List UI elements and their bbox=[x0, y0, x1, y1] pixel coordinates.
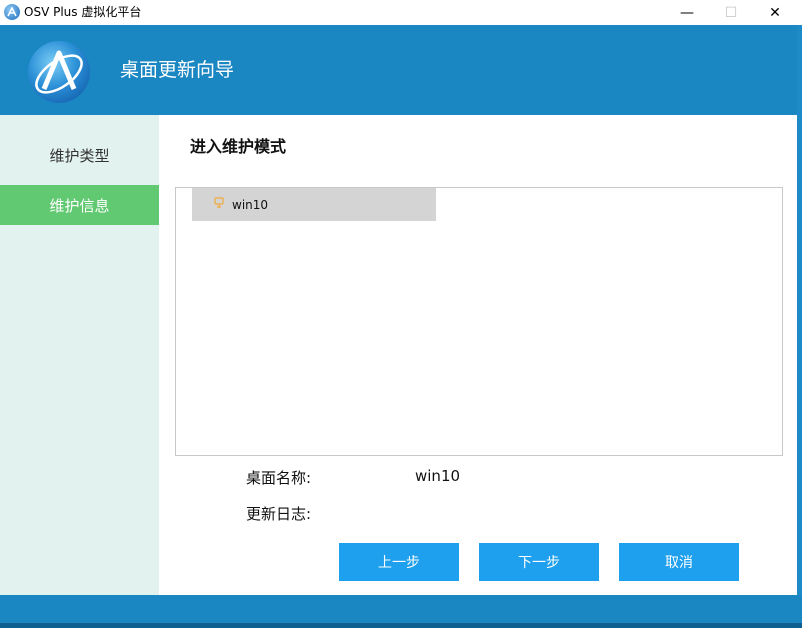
maximize-button[interactable]: ☐ bbox=[708, 0, 754, 25]
brand-logo-icon bbox=[28, 41, 90, 103]
sidebar-item-label: 维护信息 bbox=[49, 196, 110, 215]
list-item-label: win10 bbox=[232, 198, 269, 212]
section-title: 进入维护模式 bbox=[190, 137, 287, 156]
footer-divider bbox=[0, 623, 802, 628]
vm-icon bbox=[214, 197, 224, 212]
wizard-title: 桌面更新向导 bbox=[120, 59, 235, 81]
window-titlebar: OSV Plus 虚拟化平台 — ☐ ✕ bbox=[0, 0, 802, 25]
window-edge bbox=[797, 25, 802, 595]
sidebar-item-maintenance-type[interactable]: 维护类型 bbox=[0, 135, 159, 175]
update-log-label: 更新日志: bbox=[246, 505, 312, 523]
desktop-list[interactable]: win10 bbox=[175, 187, 783, 456]
minimize-button[interactable]: — bbox=[664, 0, 710, 25]
close-button[interactable]: ✕ bbox=[752, 0, 798, 25]
app-logo-icon bbox=[4, 4, 20, 20]
wizard-sidebar: 维护类型 维护信息 bbox=[0, 115, 159, 595]
cancel-button[interactable]: 取消 bbox=[619, 543, 739, 581]
wizard-footer bbox=[0, 595, 802, 623]
next-button[interactable]: 下一步 bbox=[479, 543, 599, 581]
desktop-name-label: 桌面名称: bbox=[246, 469, 312, 487]
prev-button[interactable]: 上一步 bbox=[339, 543, 459, 581]
sidebar-item-label: 维护类型 bbox=[49, 146, 110, 165]
desktop-name-value: win10 bbox=[415, 467, 461, 485]
sidebar-item-maintenance-info[interactable]: 维护信息 bbox=[0, 185, 159, 225]
wizard-header: 桌面更新向导 bbox=[0, 25, 797, 115]
window-title: OSV Plus 虚拟化平台 bbox=[24, 5, 142, 19]
list-item[interactable]: win10 bbox=[192, 188, 436, 221]
